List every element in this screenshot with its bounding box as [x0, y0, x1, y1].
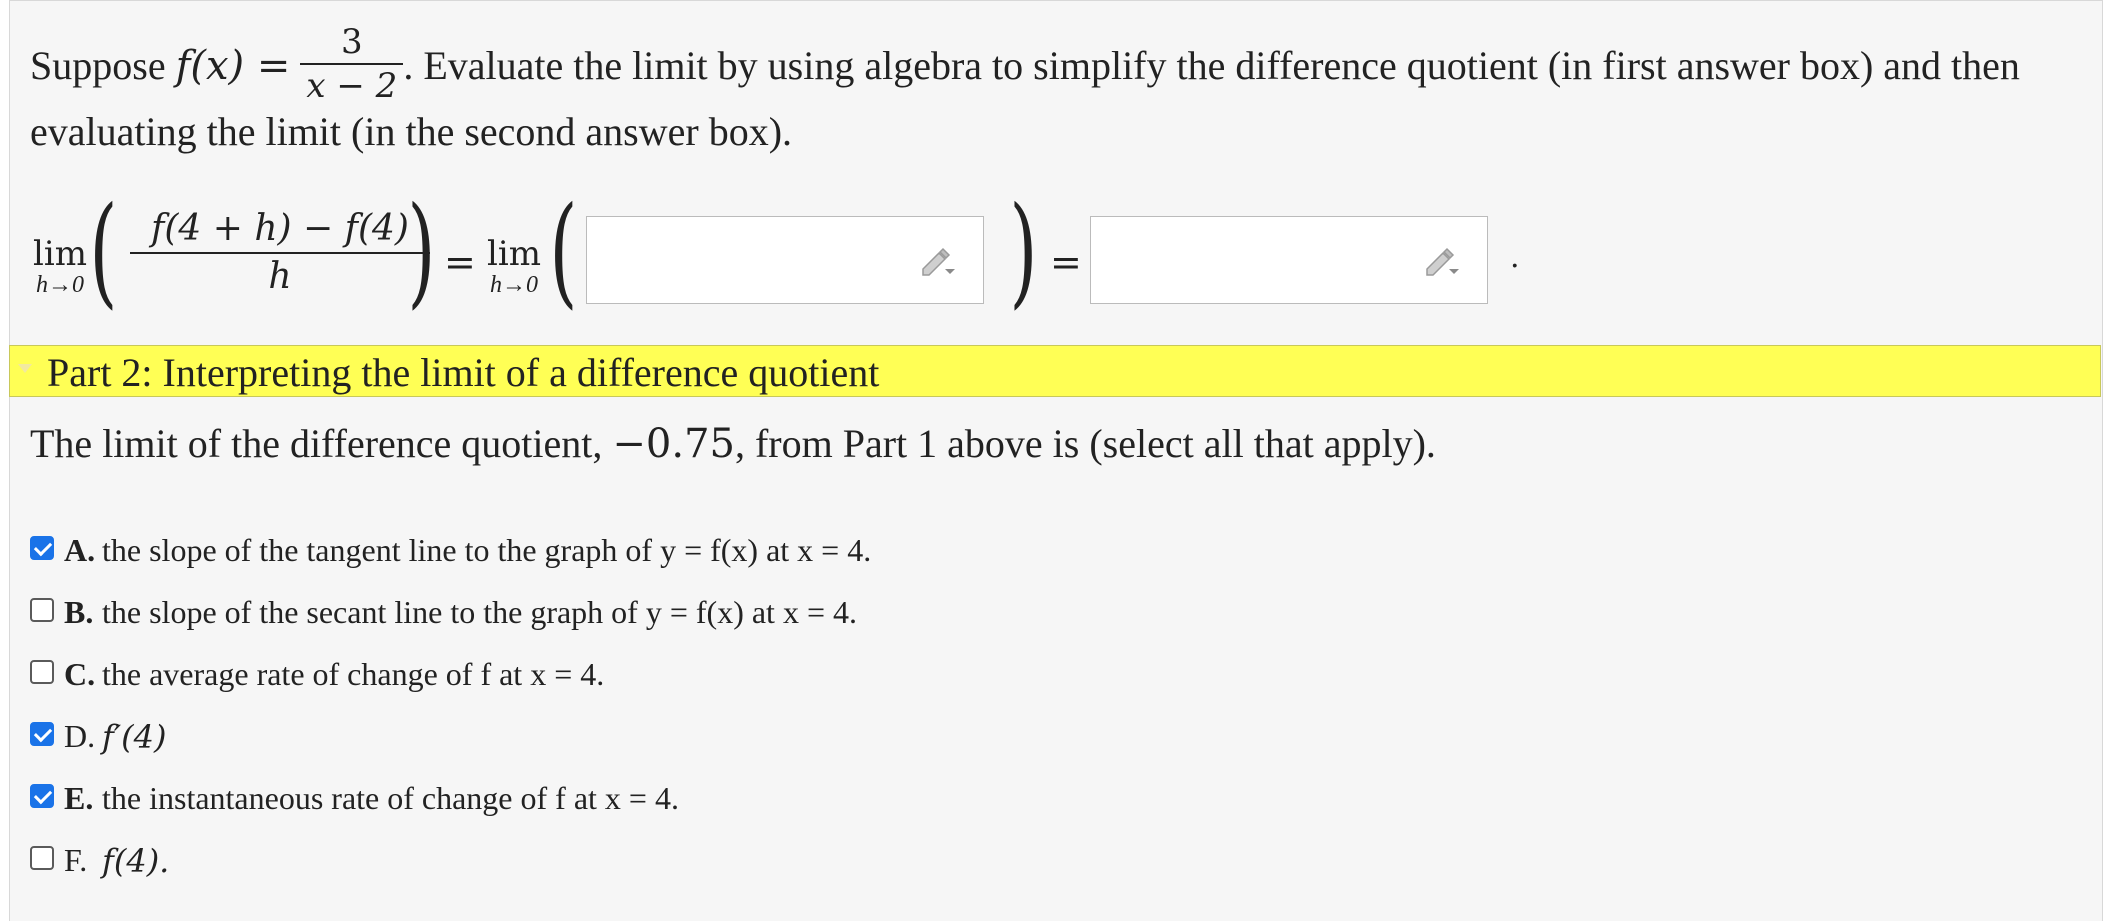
dq-numerator: f(4 + h) − f(4) — [151, 208, 409, 249]
left-paren-2: ( — [549, 182, 578, 321]
intro-prefix: Suppose — [30, 43, 176, 88]
option-c-text: the average rate of change of f at x = 4… — [102, 656, 605, 692]
function-definition: f(x) = — [175, 43, 291, 89]
part2-header[interactable]: Part 2: Interpreting the limit of a diff… — [9, 345, 2101, 397]
problem-statement-line1: Suppose f(x) = 3 x − 2 . Evaluate the li… — [30, 22, 2020, 112]
checkbox-e[interactable] — [30, 784, 54, 808]
option-b-text: the slope of the secant line to the grap… — [102, 594, 857, 630]
question-suffix: , from Part 1 above is (select all that … — [734, 421, 1436, 466]
trailing-period: . — [1510, 240, 1520, 275]
option-e-letter: E. — [64, 780, 94, 816]
fraction-bar — [300, 62, 404, 65]
part2-title: Part 2: Interpreting the limit of a diff… — [47, 350, 880, 395]
right-paren: ) — [407, 182, 436, 321]
dq-denominator: h — [268, 256, 292, 297]
pencil-icon[interactable] — [1421, 243, 1465, 279]
question-value: −0.75 — [612, 421, 735, 467]
right-paren-2: ) — [1009, 182, 1038, 321]
lim-word: lim — [487, 234, 541, 274]
option-d-letter: D. — [64, 718, 96, 754]
difference-quotient: f(4 + h) − f(4) h — [130, 206, 430, 300]
limit-operator-right: lim h→0 — [482, 236, 546, 298]
option-d-text: f′(4) — [102, 718, 167, 756]
function-fraction: 3 x − 2 — [300, 21, 404, 106]
option-b-letter: B. — [64, 594, 94, 630]
option-c-letter: C. — [64, 656, 96, 692]
checkbox-c[interactable] — [30, 660, 54, 684]
checkbox-b[interactable] — [30, 598, 54, 622]
question-prefix: The limit of the difference quotient, — [30, 421, 613, 466]
answer-box-2[interactable] — [1090, 216, 1488, 304]
option-a-text: the slope of the tangent line to the gra… — [102, 532, 872, 568]
equals-sign-1: = — [444, 240, 476, 284]
lim-word: lim — [33, 234, 87, 274]
equals-sign-2: = — [1050, 240, 1082, 284]
pencil-icon[interactable] — [917, 243, 961, 279]
left-paren: ( — [89, 182, 118, 321]
checkbox-f[interactable] — [30, 846, 54, 870]
collapse-caret-icon[interactable] — [18, 364, 32, 373]
problem-statement-line2: evaluating the limit (in the second answ… — [30, 109, 793, 154]
answer-box-1[interactable] — [586, 216, 984, 304]
intro-suffix: . Evaluate the limit by using algebra to… — [403, 43, 2020, 88]
part2-question: The limit of the difference quotient, −0… — [30, 420, 1436, 467]
limit-expression: lim h→0 ( f(4 + h) − f(4) h ) = lim h→0 … — [30, 192, 1630, 320]
limit-operator-left: lim h→0 — [30, 236, 90, 298]
fraction-denominator: x − 2 — [306, 65, 398, 106]
option-f-text: f(4). — [102, 842, 170, 880]
option-e-text: the instantaneous rate of change of f at… — [102, 780, 679, 816]
option-f-letter: F. — [64, 842, 88, 878]
checkbox-a[interactable] — [30, 536, 54, 560]
checkbox-d[interactable] — [30, 722, 54, 746]
fraction-numerator: 3 — [341, 21, 363, 62]
lim-subscript: h→0 — [36, 272, 84, 298]
option-a-letter: A. — [64, 532, 96, 568]
lim-subscript: h→0 — [490, 272, 538, 298]
